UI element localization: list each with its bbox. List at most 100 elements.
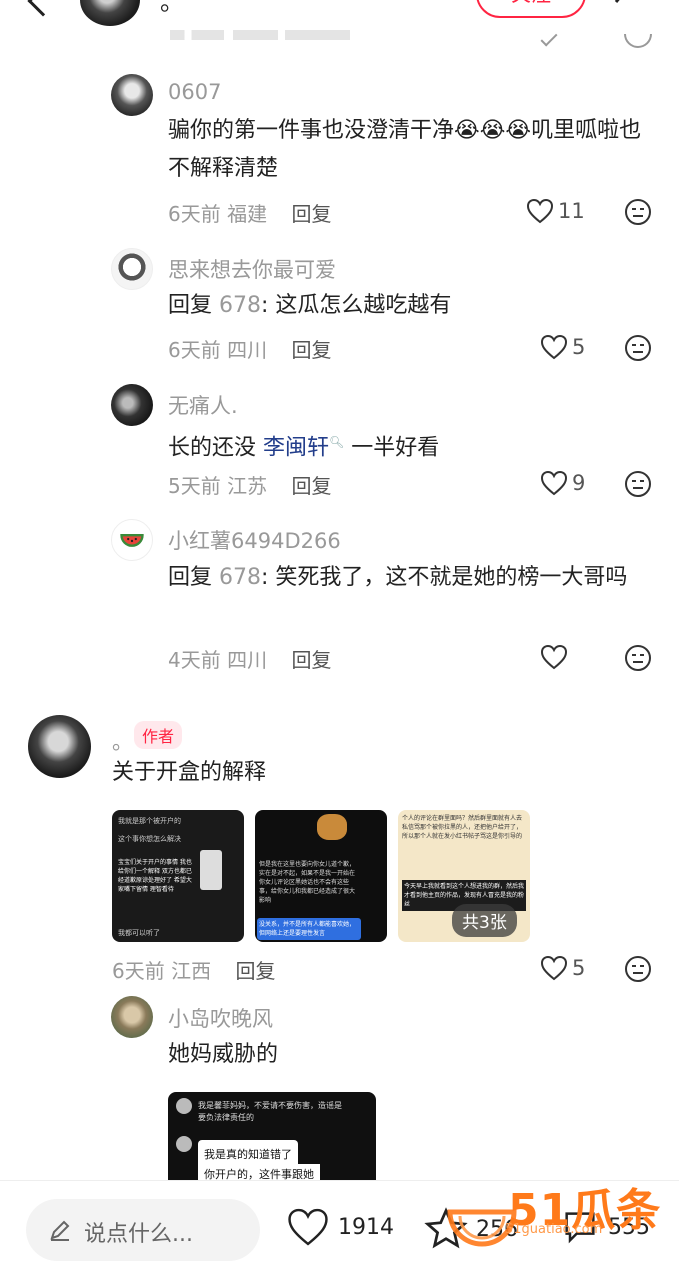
comment-username[interactable]: 无痛人. xyxy=(168,390,238,420)
like-button[interactable]: 5 xyxy=(540,334,585,360)
back-icon[interactable] xyxy=(27,0,59,17)
comment-input-placeholder: 说点什么... xyxy=(84,1222,193,1247)
comment-text: 她妈威胁的 xyxy=(168,1042,279,1067)
reply-text: : 笑死我了，这不就是她的榜一大哥吗 xyxy=(261,565,628,590)
comment-location: 四川 xyxy=(227,648,268,672)
chevron-down-icon[interactable] xyxy=(540,29,558,47)
avatar[interactable] xyxy=(111,248,153,290)
comment-time: 4天前 xyxy=(168,648,221,672)
comment-text-after: 一半好看 xyxy=(351,435,440,461)
heart-icon xyxy=(526,198,554,224)
emoji-reaction-icon[interactable] xyxy=(624,470,652,498)
like-button[interactable]: 9 xyxy=(540,470,585,496)
comment-image[interactable]: 我是馨菲妈妈，不爱请不要伤害，造谣是要负法律责任的 我是真的知道错了 你开户的，… xyxy=(168,1092,376,1182)
comment-time: 6天前 xyxy=(112,959,165,983)
reply-text: : 这瓜怎么越吃越有 xyxy=(261,293,452,318)
mention-link[interactable]: 李闽轩 xyxy=(263,435,329,460)
like-post-button[interactable]: 1914 xyxy=(286,1207,394,1247)
image-count-badge: 共3张 xyxy=(452,904,517,937)
reply-prefix: 回复 xyxy=(168,293,213,318)
comment-text: 骗你的第一件事也没澄清干净😭😭😭叽里呱啦也不解释清楚 xyxy=(168,118,642,181)
share-icon[interactable] xyxy=(612,0,642,8)
reply-prefix: 回复 xyxy=(168,565,213,590)
comment-time: 6天前 xyxy=(168,202,221,226)
reply-button[interactable]: 回复 xyxy=(291,474,331,498)
image-text: 个人的评论在群里面吗？然后群里面就有人去私信骂那个被你拉黑的人，还把他户给开了，… xyxy=(402,815,523,840)
avatar[interactable] xyxy=(111,519,153,561)
reply-target[interactable]: 678 xyxy=(219,565,261,590)
comment-text-before: 长的还没 xyxy=(168,435,257,461)
watermelon-icon xyxy=(120,534,144,547)
comment-meta: 6天前 江西 回复 xyxy=(112,955,275,984)
follow-button[interactable]: 关注 xyxy=(476,0,586,18)
avatar[interactable] xyxy=(111,74,153,116)
avatar-mini xyxy=(176,1136,192,1152)
author-badge: 作者 xyxy=(134,721,183,749)
comment-time: 6天前 xyxy=(168,338,221,362)
emoji-reaction-icon[interactable] xyxy=(624,644,652,672)
comment-location: 江西 xyxy=(171,959,212,983)
image-text: 这个事你想怎么解决 xyxy=(118,835,181,843)
image-text: 宝宝们关于开户的事情 我也给你们一个解释 双方也都已经道歉原谅处理好了 希望大家… xyxy=(118,859,192,893)
emoji-reaction-icon[interactable] xyxy=(624,955,652,983)
avatar[interactable] xyxy=(111,996,153,1038)
heart-icon xyxy=(288,1208,328,1246)
comment-text: 关于开盒的解释 xyxy=(112,760,267,785)
author-avatar[interactable] xyxy=(80,0,140,26)
comment-input[interactable]: 说点什么... xyxy=(26,1199,260,1261)
comment-meta: 5天前 江苏 回复 xyxy=(168,470,331,499)
comment-username[interactable]: 思来想去你最可爱 xyxy=(168,254,336,284)
reply-button[interactable]: 回复 xyxy=(291,648,331,672)
phone-screenshot xyxy=(200,850,222,890)
reply-button[interactable]: 回复 xyxy=(291,202,331,226)
like-count: 5 xyxy=(572,956,586,980)
like-button[interactable]: 5 xyxy=(540,955,585,981)
image-text: 我是馨菲妈妈，不爱请不要伤害，造谣是要负法律责任的 xyxy=(198,1101,342,1122)
image-text: 我就是那个被开户的 xyxy=(118,817,181,825)
emoji-icon[interactable] xyxy=(624,34,652,48)
heart-icon xyxy=(540,470,568,496)
pencil-icon xyxy=(50,1220,70,1241)
sticker-icon xyxy=(317,814,347,840)
comment-meta: 6天前 四川 回复 xyxy=(168,334,331,363)
avatar-mini xyxy=(176,1098,192,1114)
cut-off-meta xyxy=(170,30,350,40)
avatar[interactable] xyxy=(28,715,91,778)
heart-icon xyxy=(540,334,568,360)
watermark-url: 51guatiao.com xyxy=(505,1222,603,1237)
like-count: 11 xyxy=(558,199,585,223)
comment-location: 福建 xyxy=(227,202,268,226)
image-text: 但是我在这里也要向你女儿道个歉，实在是对不起，如果不是我一开始在你女儿评论区黑她… xyxy=(259,861,356,904)
comment-location: 四川 xyxy=(227,338,268,362)
reply-button[interactable]: 回复 xyxy=(235,959,275,983)
like-count: 1914 xyxy=(338,1214,394,1240)
image-text: 没关系，并不是所有人都能喜欢她，但网络上还是要理性发言 xyxy=(257,918,361,940)
comment-username[interactable]: 0607 xyxy=(168,80,221,104)
like-count: 5 xyxy=(572,335,586,359)
image-text: 我都可以听了 xyxy=(118,929,160,937)
like-button[interactable] xyxy=(540,644,572,670)
reply-button[interactable]: 回复 xyxy=(291,338,331,362)
comment-text: 回复 678: 这瓜怎么越吃越有 xyxy=(168,287,658,325)
emoji-reaction-icon[interactable] xyxy=(624,334,652,362)
comment-username[interactable]: 小红薯6494D266 xyxy=(168,525,341,555)
comment-text: 回复 678: 笑死我了，这不就是她的榜一大哥吗 xyxy=(168,559,658,597)
like-count: 9 xyxy=(572,471,586,495)
like-button[interactable]: 11 xyxy=(526,198,585,224)
comment-text: 长的还没 李闽轩🔍︎ 一半好看 xyxy=(168,423,658,467)
comment-image-2[interactable]: 但是我在这里也要向你女儿道个歉，实在是对不起，如果不是我一开始在你女儿评论区黑她… xyxy=(255,810,387,942)
comment-username[interactable]: 。 xyxy=(112,726,133,756)
comment-username[interactable]: 小岛吹晚风 xyxy=(168,1003,273,1033)
comment-meta: 6天前 福建 回复 xyxy=(168,198,331,227)
comment-location: 江苏 xyxy=(227,474,268,498)
comment-time: 5天前 xyxy=(168,474,221,498)
emoji-reaction-icon[interactable] xyxy=(624,198,652,226)
heart-icon xyxy=(540,955,568,981)
author-name[interactable]: 。 xyxy=(160,0,184,17)
avatar[interactable] xyxy=(111,384,153,426)
search-icon: 🔍︎ xyxy=(329,435,345,449)
heart-icon xyxy=(540,644,568,670)
reply-target[interactable]: 678 xyxy=(219,293,261,318)
top-bar: 。 关注 xyxy=(0,0,679,28)
comment-image-1[interactable]: 我就是那个被开户的 这个事你想怎么解决 宝宝们关于开户的事情 我也给你们一个解释… xyxy=(112,810,244,942)
